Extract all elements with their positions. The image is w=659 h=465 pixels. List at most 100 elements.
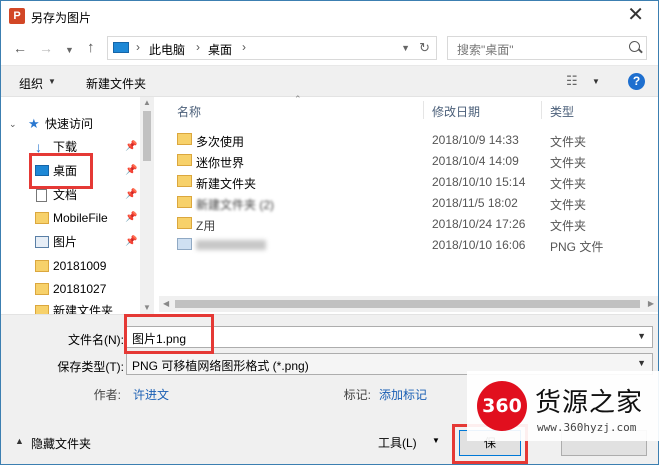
tools-button[interactable]: 工具(L) [378, 434, 417, 451]
folder-icon [177, 196, 192, 208]
save-as-dialog: P 另存为图片 ✕ ← → ▼ ↑ › 此电脑 › 桌面 › ▼ ↻ 搜索"桌面… [0, 0, 659, 465]
pin-icon: 📌 [125, 165, 138, 176]
file-row[interactable]: 多次使用 2018/10/9 14:33 文件夹 [159, 129, 658, 150]
file-row[interactable]: 2018/10/10 16:06 PNG 文件 [159, 234, 658, 255]
hide-folders-button[interactable]: 隐藏文件夹 [31, 435, 91, 452]
highlight-box-desktop [29, 153, 93, 189]
filetype-label: 保存类型(T): [57, 360, 124, 374]
powerpoint-icon: P [9, 8, 25, 24]
scrollbar-thumb[interactable] [175, 300, 640, 308]
file-type: 文件夹 [550, 177, 587, 191]
refresh-icon[interactable]: ↻ [419, 40, 430, 56]
sidebar-item-label: 新建文件夹 [53, 304, 114, 314]
filename-label: 文件名(N): [68, 333, 124, 347]
column-header-date[interactable]: 修改日期 [432, 103, 480, 120]
window-title: 另存为图片 [31, 11, 92, 25]
help-icon[interactable]: ? [628, 73, 645, 90]
file-date: 2018/10/9 14:33 [432, 133, 519, 147]
sort-ascending-icon: ⌃ [294, 94, 302, 104]
recent-locations-chevron-icon[interactable]: ▼ [65, 41, 74, 59]
highlight-box-filename [124, 314, 214, 354]
file-row[interactable]: Z用 2018/10/24 17:26 文件夹 [159, 213, 658, 234]
file-date: 2018/11/5 18:02 [432, 196, 518, 210]
back-arrow-icon[interactable]: ← [13, 39, 27, 57]
star-icon: ★ [28, 116, 40, 131]
folder-icon [177, 217, 192, 229]
file-name: 新建文件夹 [196, 177, 257, 191]
tags-field[interactable]: 添加标记 [379, 386, 427, 403]
file-row[interactable]: 新建文件夹 (2) 2018/11/5 18:02 文件夹 [159, 192, 658, 213]
sidebar-item-mobilefile[interactable]: MobileFile 📌 [1, 207, 141, 229]
breadcrumb-desktop[interactable]: 桌面 [208, 41, 232, 58]
sidebar-item-label: MobileFile [53, 211, 108, 225]
command-toolbar: 组织 ▼ 新建文件夹 ☷ ▼ ? [1, 65, 658, 97]
filetype-value: PNG 可移植网络图形格式 (*.png) [132, 359, 309, 373]
file-date: 2018/10/10 15:14 [432, 175, 526, 189]
folder-icon [35, 283, 49, 295]
pictures-icon [35, 236, 49, 248]
file-name: 新建文件夹 (2) [196, 198, 275, 212]
folder-icon [35, 305, 49, 314]
column-divider[interactable] [541, 101, 542, 119]
close-icon[interactable]: ✕ [627, 4, 644, 26]
chevron-right-icon[interactable]: › [196, 40, 200, 54]
filename-dropdown-icon[interactable]: ▼ [637, 331, 646, 341]
expand-chevron-icon[interactable]: ⌄ [9, 113, 17, 135]
view-dropdown-icon[interactable]: ▼ [592, 77, 600, 86]
column-divider[interactable] [423, 101, 424, 119]
address-bar[interactable]: › 此电脑 › 桌面 › ▼ ↻ [107, 36, 437, 60]
tools-dropdown-icon[interactable]: ▼ [432, 436, 440, 445]
sidebar-item-folder-20181009[interactable]: 20181009 [1, 255, 141, 277]
search-input[interactable]: 搜索"桌面" [447, 36, 647, 60]
chevron-right-icon[interactable]: › [136, 40, 140, 54]
sidebar-item-quick-access[interactable]: ⌄ ★ 快速访问 [1, 113, 141, 135]
scroll-right-icon[interactable]: ▶ [648, 299, 654, 308]
scroll-up-icon[interactable]: ▲ [143, 98, 151, 107]
file-type: 文件夹 [550, 135, 587, 149]
file-list-horizontal-scrollbar[interactable]: ◀ ▶ [159, 296, 658, 312]
folder-icon [35, 260, 49, 272]
pin-icon: 📌 [125, 236, 138, 247]
file-name-blurred [196, 238, 266, 253]
scroll-left-icon[interactable]: ◀ [163, 299, 169, 308]
author-field[interactable]: 许进文 [133, 386, 169, 403]
forward-arrow-icon[interactable]: → [39, 39, 53, 57]
navigation-pane-scrollbar[interactable]: ▲ ▼ [140, 97, 154, 314]
sidebar-item-new-folder[interactable]: 新建文件夹 [1, 300, 141, 314]
folder-icon [177, 154, 192, 166]
tags-label: 标记: [343, 388, 371, 402]
file-list-header: ⌃ 名称 修改日期 类型 [159, 94, 658, 123]
png-file-icon [177, 238, 192, 250]
up-arrow-icon[interactable]: ↑ [87, 39, 95, 57]
navigation-pane: ⌄ ★ 快速访问 ↓ 下载 📌 桌面 📌 文档 📌 MobileFile 📌 图… [1, 97, 154, 314]
watermark-url: www.360hyzj.com [537, 421, 637, 434]
title-bar: P 另存为图片 ✕ [1, 1, 658, 31]
column-header-name[interactable]: 名称 [177, 103, 201, 120]
navigation-bar: ← → ▼ ↑ › 此电脑 › 桌面 › ▼ ↻ 搜索"桌面" [1, 31, 658, 65]
scrollbar-thumb[interactable] [143, 111, 151, 161]
address-dropdown-icon[interactable]: ▼ [401, 43, 410, 53]
search-placeholder: 搜索"桌面" [457, 43, 514, 57]
file-name: Z用 [196, 219, 216, 233]
file-name: 多次使用 [196, 135, 245, 149]
column-header-type[interactable]: 类型 [550, 103, 574, 120]
view-options-icon[interactable]: ☷ [566, 73, 578, 89]
collapse-caret-icon[interactable]: ▲ [15, 436, 24, 446]
filetype-dropdown-icon[interactable]: ▼ [637, 358, 646, 368]
file-row[interactable]: 迷你世界 2018/10/4 14:09 文件夹 [159, 150, 658, 171]
sidebar-item-folder-20181027[interactable]: 20181027 [1, 278, 141, 300]
sidebar-item-label: 20181009 [53, 259, 107, 273]
sidebar-item-pictures[interactable]: 图片 📌 [1, 231, 141, 253]
organize-dropdown-icon[interactable]: ▼ [48, 77, 56, 86]
search-icon[interactable] [629, 41, 640, 52]
new-folder-button[interactable]: 新建文件夹 [86, 75, 146, 92]
watermark-site-name: 货源之家 [535, 388, 644, 418]
download-icon: ↓ [35, 139, 42, 155]
file-row[interactable]: 新建文件夹 2018/10/10 15:14 文件夹 [159, 171, 658, 192]
watermark: 360 货源之家 www.360hyzj.com [467, 371, 659, 441]
chevron-right-icon[interactable]: › [242, 40, 246, 54]
scroll-down-icon[interactable]: ▼ [143, 303, 151, 312]
file-date: 2018/10/4 14:09 [432, 154, 519, 168]
breadcrumb-this-pc[interactable]: 此电脑 [149, 41, 185, 58]
organize-button[interactable]: 组织 [19, 75, 43, 92]
